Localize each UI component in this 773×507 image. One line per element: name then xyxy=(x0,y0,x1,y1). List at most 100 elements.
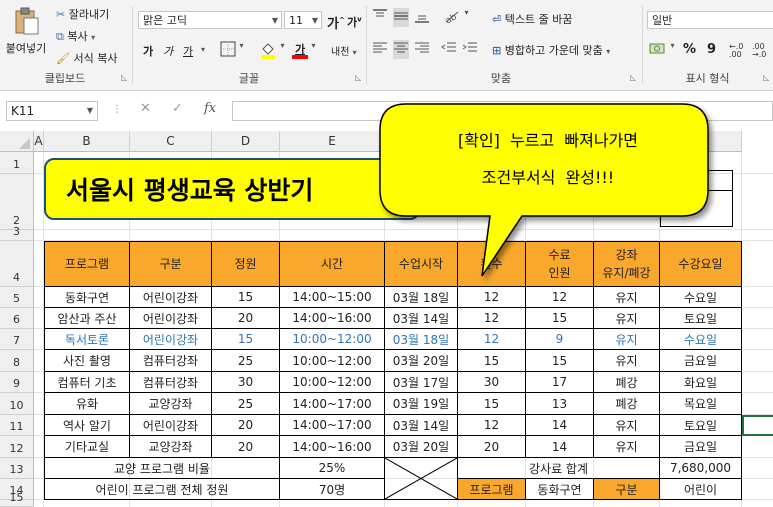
chevron-down-icon[interactable]: ▾ xyxy=(201,45,205,54)
row-header-12[interactable]: 12 xyxy=(0,436,34,458)
table-cell[interactable]: 어린이강좌 xyxy=(130,308,212,329)
table-header[interactable]: 시간 xyxy=(280,241,385,287)
copy-button[interactable]: ⧉ 복사 ▾ xyxy=(56,28,95,44)
table-cell[interactable]: 20 xyxy=(212,415,280,436)
comma-button[interactable]: 9 xyxy=(707,42,716,57)
font-color-button[interactable]: 가 ▾ xyxy=(292,41,316,59)
dialog-launcher-icon[interactable]: ◺ xyxy=(121,73,127,82)
table-cell[interactable]: 컴퓨터강좌 xyxy=(130,372,212,393)
table-cell[interactable]: 10:00~12:00 xyxy=(280,350,385,372)
table-cell[interactable]: 12 xyxy=(458,308,526,329)
table-cell[interactable]: 유지 xyxy=(594,329,660,350)
table-cell[interactable]: 03월 20일 xyxy=(385,436,458,458)
table-cell[interactable]: 14:00~17:00 xyxy=(280,393,385,415)
table-cell[interactable]: 유지 xyxy=(594,415,660,436)
orientation-button[interactable]: ab ▾ xyxy=(443,8,469,27)
column-header-a[interactable]: A xyxy=(34,131,44,152)
wrap-text-button[interactable]: ⏎ 텍스트 줄 바꿈 xyxy=(492,11,572,27)
table-cell[interactable]: 컴퓨터강좌 xyxy=(130,350,212,372)
align-bottom-button[interactable] xyxy=(414,8,430,27)
diagonal-cross-cell[interactable] xyxy=(385,458,458,500)
ratio-label-cell[interactable]: 교양 프로그램 비율 xyxy=(44,458,280,479)
table-cell[interactable]: 30 xyxy=(458,372,526,393)
row-header-4[interactable]: 4 xyxy=(0,241,34,287)
fee-label-cell[interactable]: 강사료 합계 xyxy=(458,458,660,479)
table-cell[interactable]: 20 xyxy=(212,436,280,458)
table-cell[interactable]: 03월 17일 xyxy=(385,372,458,393)
align-top-button[interactable] xyxy=(372,8,388,27)
table-cell[interactable]: 20 xyxy=(458,436,526,458)
table-cell[interactable]: 기타교실 xyxy=(44,436,130,458)
table-cell[interactable]: 03월 14일 xyxy=(385,308,458,329)
table-cell[interactable]: 12 xyxy=(458,329,526,350)
row-header-15[interactable]: 15 xyxy=(0,491,34,507)
table-cell[interactable]: 14:00~17:00 xyxy=(280,415,385,436)
table-cell[interactable]: 12 xyxy=(526,287,594,308)
table-cell[interactable]: 폐강 xyxy=(594,393,660,415)
align-middle-button[interactable] xyxy=(393,8,409,27)
table-cell[interactable]: 03월 20일 xyxy=(385,350,458,372)
table-cell[interactable]: 어린이강좌 xyxy=(130,287,212,308)
border-button[interactable]: ▾ xyxy=(220,41,244,60)
total-value-cell[interactable]: 70명 xyxy=(280,479,385,500)
grow-font-button[interactable]: 가^ xyxy=(327,13,345,32)
italic-button[interactable]: 가 xyxy=(163,43,173,59)
table-cell[interactable]: 유지 xyxy=(594,436,660,458)
row-header-5[interactable]: 5 xyxy=(0,287,34,308)
table-cell[interactable]: 15 xyxy=(526,350,594,372)
table-cell[interactable]: 금요일 xyxy=(660,350,742,372)
table-cell[interactable]: 17 xyxy=(526,372,594,393)
fee-value-cell[interactable]: 7,680,000 xyxy=(660,458,742,479)
accounting-format-button[interactable]: ▾ xyxy=(649,41,675,60)
table-header[interactable]: 프로그램 xyxy=(44,241,130,287)
table-cell[interactable]: 9 xyxy=(526,329,594,350)
table-cell[interactable]: 유지 xyxy=(594,350,660,372)
table-cell[interactable]: 03월 18일 xyxy=(385,329,458,350)
table-cell[interactable]: 12 xyxy=(458,287,526,308)
table-cell[interactable]: 10:00~12:00 xyxy=(280,329,385,350)
fill-color-button[interactable]: ▾ xyxy=(259,41,285,62)
row-header-10[interactable]: 10 xyxy=(0,393,34,415)
row-header-13[interactable]: 13 xyxy=(0,458,34,479)
table-cell[interactable]: 03월 14일 xyxy=(385,415,458,436)
table-cell[interactable]: 사진 촬영 xyxy=(44,350,130,372)
table-cell[interactable]: 25 xyxy=(212,350,280,372)
bold-button[interactable]: 가 xyxy=(143,43,153,59)
table-cell[interactable]: 목요일 xyxy=(660,393,742,415)
table-cell[interactable]: 15 xyxy=(458,350,526,372)
lookup-value-category[interactable]: 어린이 xyxy=(660,479,742,500)
table-cell[interactable]: 교양강좌 xyxy=(130,393,212,415)
table-cell[interactable]: 12 xyxy=(458,415,526,436)
table-cell[interactable]: 15 xyxy=(212,287,280,308)
table-cell[interactable]: 유지 xyxy=(594,308,660,329)
dialog-launcher-icon[interactable]: ◺ xyxy=(763,73,769,82)
paste-button[interactable]: 붙여넣기 xyxy=(4,4,48,64)
table-cell[interactable]: 역사 알기 xyxy=(44,415,130,436)
table-cell[interactable]: 금요일 xyxy=(660,436,742,458)
cancel-icon[interactable]: ✕ xyxy=(140,101,151,116)
row-header-3[interactable]: 3 xyxy=(0,225,34,241)
row-header-6[interactable]: 6 xyxy=(0,308,34,329)
table-cell[interactable]: 독서토론 xyxy=(44,329,130,350)
decrease-decimal-button[interactable]: .00 →.0 xyxy=(752,43,766,59)
dialog-launcher-icon[interactable]: ◺ xyxy=(355,73,361,82)
column-header-b[interactable]: B xyxy=(44,131,130,152)
format-painter-button[interactable]: 🖌 서식 복사 xyxy=(56,50,117,66)
table-cell[interactable]: 유지 xyxy=(594,287,660,308)
table-cell[interactable]: 10:00~12:00 xyxy=(280,372,385,393)
cut-button[interactable]: ✂ 잘라내기 xyxy=(56,6,109,22)
table-cell[interactable]: 30 xyxy=(212,372,280,393)
table-cell[interactable]: 14 xyxy=(526,415,594,436)
number-format-select[interactable]: 일반 xyxy=(647,11,773,29)
underline-button[interactable]: 가 xyxy=(183,43,193,59)
title-banner[interactable]: 서울시 평생교육 상반기 xyxy=(44,158,420,220)
select-all-corner[interactable] xyxy=(0,131,34,152)
align-center-button[interactable] xyxy=(393,40,409,59)
table-cell[interactable]: 어린이강좌 xyxy=(130,329,212,350)
decrease-indent-button[interactable] xyxy=(441,40,457,59)
table-cell[interactable]: 수요일 xyxy=(660,329,742,350)
total-label-cell[interactable]: 어린이 프로그램 전체 정원 xyxy=(44,479,280,500)
table-cell[interactable]: 컴퓨터 기초 xyxy=(44,372,130,393)
font-name-select[interactable]: 맑은 고딕 ▼ xyxy=(138,11,282,29)
formula-bar-grip-icon[interactable]: ⋮ xyxy=(112,104,122,115)
